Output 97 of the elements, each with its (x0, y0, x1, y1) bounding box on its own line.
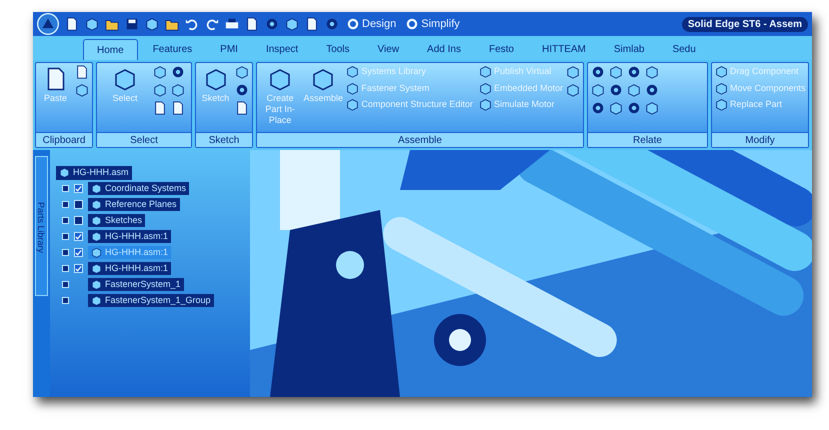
cube-icon[interactable] (645, 65, 659, 79)
group-label: Modify (712, 132, 808, 147)
cube-icon[interactable] (75, 83, 89, 97)
ribbon-tab[interactable]: PMI (207, 39, 251, 60)
checkbox[interactable] (74, 216, 83, 225)
ribbon-tab[interactable]: Sedu (659, 39, 709, 60)
cube-icon (91, 247, 102, 258)
window-title: Solid Edge ST6 - Assem (682, 16, 808, 32)
visibility-toggle[interactable] (62, 185, 69, 192)
cube-icon[interactable] (145, 17, 159, 31)
save-icon[interactable] (125, 17, 139, 31)
ribbon-tab[interactable]: Simlab (600, 39, 658, 60)
document-icon[interactable] (65, 17, 79, 31)
cube-icon[interactable] (566, 65, 580, 79)
cube-icon[interactable] (609, 101, 623, 115)
ribbon-tab[interactable]: Tools (313, 39, 363, 60)
cube-icon[interactable] (153, 65, 167, 79)
cube-icon[interactable] (171, 83, 185, 97)
ribbon-tab[interactable]: Home (83, 39, 138, 60)
toolbar-button[interactable]: Design (345, 16, 398, 32)
target-icon (406, 18, 418, 30)
visibility-toggle[interactable] (62, 265, 69, 272)
cube-icon (113, 67, 137, 91)
document-icon[interactable] (153, 101, 167, 115)
target-icon (347, 18, 359, 30)
redo-icon[interactable] (205, 17, 219, 31)
cube-icon (91, 215, 102, 226)
cube-icon[interactable] (235, 65, 249, 79)
tree-item[interactable]: FastenerSystem_1 (88, 278, 184, 292)
document-icon[interactable] (75, 65, 89, 79)
cube-icon[interactable] (566, 83, 580, 97)
visibility-toggle[interactable] (62, 297, 69, 304)
cube-icon (346, 65, 360, 78)
app-logo-icon[interactable] (37, 13, 59, 35)
document-icon[interactable] (171, 101, 185, 115)
cube-icon (91, 199, 102, 210)
cube-icon[interactable] (285, 17, 299, 31)
cube-icon[interactable] (85, 17, 99, 31)
checkbox[interactable] (74, 184, 83, 193)
tree-item[interactable]: Sketches (88, 214, 146, 228)
print-icon[interactable] (225, 17, 239, 31)
group-label: Clipboard (36, 132, 92, 147)
checkbox[interactable] (74, 248, 83, 257)
tree-item[interactable]: HG-HHH.asm:1 (88, 262, 172, 276)
cube-icon[interactable] (645, 101, 659, 115)
group-label: Assemble (257, 132, 583, 147)
cube-icon (59, 167, 70, 178)
tree-item[interactable]: Reference Planes (88, 198, 180, 212)
group-label: Sketch (196, 132, 252, 147)
toolbar-button[interactable]: Simplify (404, 16, 462, 32)
tree-item[interactable]: FastenerSystem_1_Group (88, 294, 214, 308)
cube-icon (91, 295, 102, 306)
cube-icon[interactable] (627, 83, 641, 97)
visibility-toggle[interactable] (62, 217, 69, 224)
ribbon-tab[interactable]: Features (140, 39, 206, 60)
cube-icon (311, 67, 336, 91)
checkbox[interactable] (74, 264, 83, 273)
cube-icon (715, 65, 728, 78)
cube-icon (478, 82, 492, 95)
tree-item[interactable]: HG-HHH.asm:1 (88, 230, 172, 244)
tree-item[interactable]: HG-HHH.asm (56, 166, 132, 180)
folder-icon[interactable] (165, 17, 179, 31)
cube-icon (91, 231, 102, 242)
folder-icon[interactable] (105, 17, 119, 31)
document-icon[interactable] (235, 101, 249, 115)
document-icon[interactable] (245, 17, 259, 31)
tree-item[interactable]: Coordinate Systems (88, 182, 190, 196)
ribbon-tab[interactable]: Inspect (252, 39, 312, 60)
ribbon-tab[interactable]: Festo (476, 39, 527, 60)
document-icon[interactable] (305, 17, 319, 31)
checkbox[interactable] (74, 200, 83, 209)
undo-icon[interactable] (185, 17, 199, 31)
ribbon-tab[interactable]: HITTEAM (528, 39, 599, 60)
cube-icon (346, 82, 360, 95)
side-tab[interactable]: Parts Library (35, 156, 48, 296)
visibility-toggle[interactable] (62, 249, 69, 256)
group-label: Relate (588, 132, 707, 147)
cube-icon (715, 82, 728, 95)
cube-icon (346, 98, 360, 112)
cube-icon (91, 279, 102, 290)
ribbon-tab[interactable]: View (364, 39, 412, 60)
cube-icon (715, 98, 728, 112)
cube-icon[interactable] (609, 65, 623, 79)
cube-icon (478, 98, 492, 112)
cube-icon (204, 67, 228, 91)
visibility-toggle[interactable] (62, 281, 69, 288)
cube-icon[interactable] (591, 83, 605, 97)
group-label: Select (97, 132, 191, 147)
cube-icon (91, 183, 102, 194)
visibility-toggle[interactable] (62, 201, 69, 208)
checkbox[interactable] (74, 232, 83, 241)
cube-icon (268, 67, 292, 91)
cube-icon[interactable] (153, 83, 167, 97)
ribbon-tab[interactable]: Add Ins (414, 39, 474, 60)
cube-icon (91, 263, 102, 274)
cube-icon (478, 65, 492, 78)
visibility-toggle[interactable] (62, 233, 69, 240)
